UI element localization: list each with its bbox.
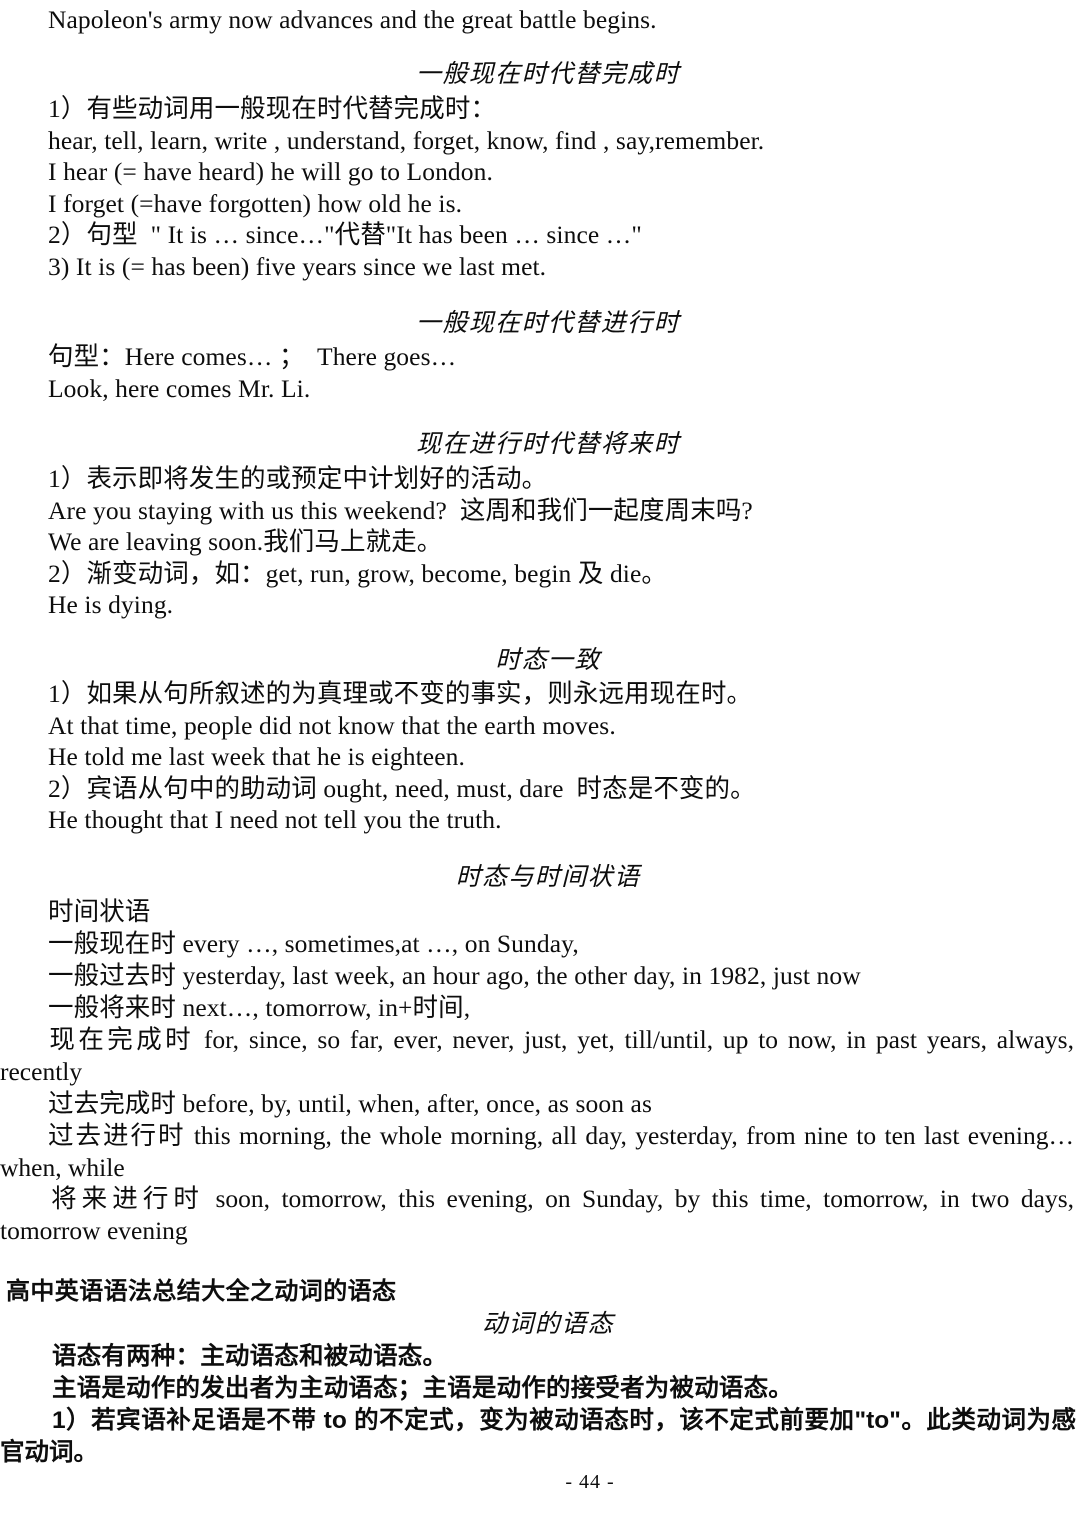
section-heading-present-for-perfect: 一般现在时代替完成时 [415,61,680,88]
tense-name: 过去进行时 [46,1121,186,1150]
section-body-progressive-for-future: 1）表示即将发生的或预定中计划好的活动。 Are you staying wit… [0,463,1080,621]
section-body-tense-agreement: 1）如果从句所叙述的为真理或不变的事实，则永远用现在时。 At that tim… [0,678,1080,836]
page-number: - 44 - [565,1471,615,1493]
tense-name: 一般现在时 [48,929,177,958]
body-line: 1）表示即将发生的或预定中计划好的活动。 [48,464,548,493]
tense-adverbial-row-future-progressive: 将来进行时 soon, tomorrow, this evening, on S… [0,1183,1080,1246]
section-heading-progressive-for-future: 现在进行时代替将来时 [415,431,680,458]
section-heading-present-for-progressive: 一般现在时代替进行时 [415,310,680,337]
adverbial-list: next…, tomorrow, in+时间, [182,993,471,1022]
tense-adverbial-row-future-simple: 一般将来时 next…, tomorrow, in+时间, [0,992,1080,1024]
body-line: 2）宾语从句中的助动词 ought, need, must, dare 时态是不… [48,773,756,803]
document-page: Napoleon's army now advances and the gre… [0,0,1080,1528]
tense-adverbial-row-present-simple: 一般现在时 every …, sometimes,at …, on Sunday… [0,928,1080,960]
tense-name: 现在完成时 [46,1025,195,1054]
voice-section-title: 高中英语语法总结大全之动词的语态 [6,1278,397,1305]
body-line: 1）有些动词用一般现在时代替完成时： [48,94,497,123]
body-line: 句型：Here comes… ； There goes… [48,342,457,371]
body-line: He thought that I need not tell you the … [48,805,502,834]
body-line: He told me last week that he is eighteen… [48,742,465,771]
item-text: 1）若宾语补足语是不带 to 的不定式，变为被动语态时，该不定式前要加"to"。… [0,1407,1076,1466]
tense-adverbial-text: 过去完成时 before, by, until, when, after, on… [48,1088,1072,1120]
tense-name: 一般过去时 [48,961,177,990]
body-line: I forget (=have forgotten) how old he is… [48,188,463,218]
tense-adverbials-label-row: 时间状语 [0,896,1080,928]
tense-adverbial-text: 一般现在时 every …, sometimes,at …, on Sunday… [48,928,1072,960]
tense-adverbial-row-past-progressive: 过去进行时 this morning, the whole morning, a… [0,1120,1080,1183]
adverbial-list: every …, sometimes,at …, on Sunday, [182,929,579,958]
body-line: He is dying. [48,590,174,619]
body-line: At that time, people did not know that t… [48,710,616,740]
voice-section-item-1: 1）若宾语补足语是不带 to 的不定式，变为被动语态时，该不定式前要加"to"。… [0,1405,1080,1469]
body-line: We are leaving soon.我们马上就走。 [48,527,443,556]
intro-line: Napoleon's army now advances and the gre… [48,5,657,34]
section-heading-verb-voice: 动词的语态 [481,1311,614,1338]
tense-adverbial-row-past-perfect: 过去完成时 before, by, until, when, after, on… [0,1088,1080,1120]
tense-name: 将来进行时 [46,1184,204,1213]
body-line: Are you staying with us this weekend? 这周… [48,495,753,525]
tense-adverbial-row-past-simple: 一般过去时 yesterday, last week, an hour ago,… [0,960,1080,992]
body-line: 3) It is (= has been) five years since w… [48,251,547,281]
tense-adverbial-text: 一般将来时 next…, tomorrow, in+时间, [48,992,1072,1024]
body-line: hear, tell, learn, write , understand, f… [48,125,765,155]
intro-paragraph: Napoleon's army now advances and the gre… [0,4,1080,36]
section-body-present-for-progressive: 句型：Here comes… ； There goes… Look, here … [0,341,1080,404]
tense-adverbial-row-present-perfect: 现在完成时 for, since, so far, ever, never, j… [0,1024,1080,1087]
tense-adverbials-label: 时间状语 [48,897,151,926]
section-body-present-for-perfect: 1）有些动词用一般现在时代替完成时： hear, tell, learn, wr… [0,93,1080,282]
body-line: 1）如果从句所叙述的为真理或不变的事实，则永远用现在时。 [48,679,753,708]
body-line: 主语是动作的发出者为主动语态；主语是动作的接受者为被动语态。 [52,1375,793,1402]
tense-name: 过去完成时 [48,1089,177,1118]
tense-adverbial-text: 一般过去时 yesterday, last week, an hour ago,… [48,960,1072,992]
adverbial-list: before, by, until, when, after, once, as… [182,1089,652,1118]
body-line: 2）渐变动词，如：get, run, grow, become, begin 及… [48,558,667,588]
section-heading-tense-agreement: 时态一致 [495,647,601,674]
body-line: 语态有两种：主动语态和被动语态。 [52,1343,448,1370]
section-heading-tense-and-time-adverbials: 时态与时间状语 [455,864,641,891]
body-line: I hear (= have heard) he will go to Lond… [48,157,493,186]
body-line: Look, here comes Mr. Li. [48,373,311,403]
adverbial-list: yesterday, last week, an hour ago, the o… [182,961,861,990]
tense-name: 一般将来时 [48,993,177,1022]
voice-section-body: 语态有两种：主动语态和被动语态。 主语是动作的发出者为主动语态；主语是动作的接受… [0,1341,1080,1405]
body-line: 2）句型 " It is … since…"代替"It has been … s… [48,220,642,249]
